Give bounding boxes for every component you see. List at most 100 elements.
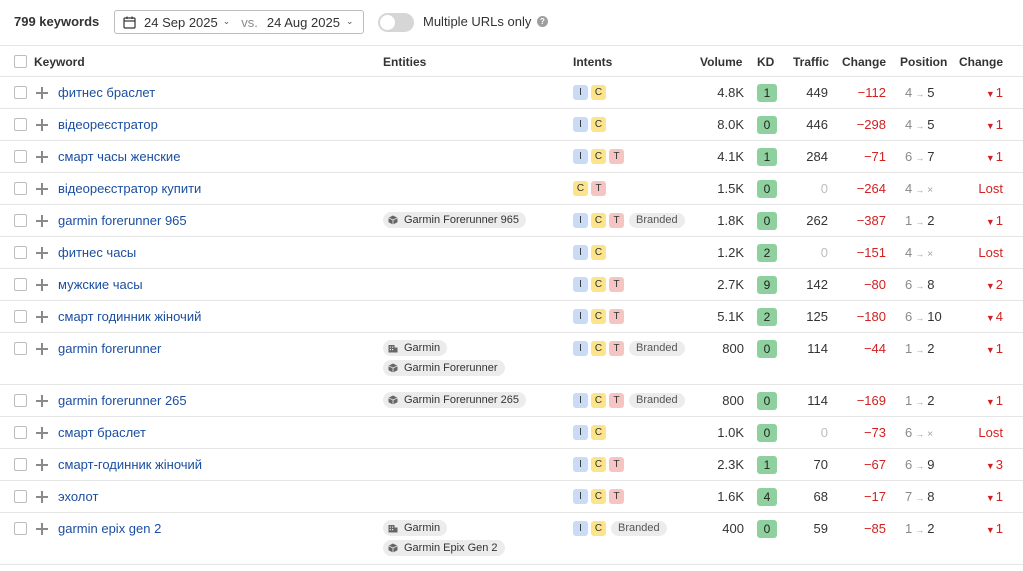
table-row: смарт часы женские I C T 4.1K 1 284 −71 6 → 7 ▼1 [0,141,1023,173]
add-keyword-icon[interactable] [36,395,48,407]
add-keyword-icon[interactable] [36,279,48,291]
keyword-link[interactable]: смарт часы женские [58,149,180,164]
row-checkbox[interactable] [14,246,27,259]
intent-badge: I [573,149,588,164]
arrow-right-icon: → [915,249,925,259]
table-row: відеореєстратор купити C T 1.5K 0 0 −264 4 → × Los… [0,173,1023,205]
row-checkbox[interactable] [14,278,27,291]
entity-pill[interactable]: Garmin Forerunner 265 [383,392,526,408]
keyword-link[interactable]: фитнес часы [58,245,136,260]
header-position-change[interactable]: Change [959,55,1003,69]
entity-label: Garmin Forerunner [404,362,498,374]
keyword-link[interactable]: garmin forerunner [58,341,161,356]
position-cell: 6 → 8 [905,277,934,292]
header-traffic[interactable]: Traffic [793,55,829,69]
position-change: ▼1 [986,393,1003,408]
building-icon [388,523,398,533]
add-keyword-icon[interactable] [36,459,48,471]
intent-badge: C [591,245,606,260]
position-to: 8 [927,277,935,292]
entity-label: Garmin Forerunner 965 [404,214,519,226]
arrow-right-icon: → [915,153,925,163]
position-change-value: 1 [995,393,1003,408]
entities-cell: Garmin Forerunner 265 [383,392,526,412]
add-keyword-icon[interactable] [36,215,48,227]
keyword-link[interactable]: фитнес браслет [58,85,155,100]
keyword-link[interactable]: смарт браслет [58,425,146,440]
traffic-value: 68 [813,489,828,504]
current-date[interactable]: 24 Sep 2025 [144,15,218,30]
kd-badge: 1 [757,84,777,102]
traffic-value: 59 [813,521,828,536]
header-kd[interactable]: KD [757,55,774,69]
keyword-link[interactable]: смарт-годинник жіночий [58,457,202,472]
position-change: ▼1 [986,489,1003,504]
row-checkbox[interactable] [14,310,27,323]
position-cell: 4 → × [905,245,933,260]
row-checkbox[interactable] [14,86,27,99]
position-to: 9 [927,457,935,472]
keyword-link[interactable]: эхолот [58,489,98,504]
entity-pill[interactable]: Garmin [383,520,448,536]
add-keyword-icon[interactable] [36,427,48,439]
add-keyword-icon[interactable] [36,183,48,195]
traffic-change: −73 [863,425,886,440]
entity-pill[interactable]: Garmin Forerunner [383,360,505,376]
position-to: 2 [927,341,935,356]
position-from: 6 [905,457,913,472]
add-keyword-icon[interactable] [36,343,48,355]
header-position[interactable]: Position [900,55,947,69]
row-checkbox[interactable] [14,394,27,407]
add-keyword-icon[interactable] [36,119,48,131]
entity-pill[interactable]: Garmin Forerunner 965 [383,212,526,228]
multiple-urls-toggle[interactable] [378,13,414,32]
intents-cell: ICT [573,489,624,504]
arrow-down-icon: ▼ [985,493,995,503]
traffic-change: −387 [856,213,886,228]
help-icon[interactable]: ? [537,16,548,27]
row-checkbox[interactable] [14,150,27,163]
keyword-link[interactable]: garmin forerunner 265 [58,393,187,408]
add-keyword-icon[interactable] [36,523,48,535]
traffic-change: −151 [856,245,886,260]
add-keyword-icon[interactable] [36,87,48,99]
select-all-checkbox[interactable] [14,55,27,68]
header-volume[interactable]: Volume [700,55,742,69]
intent-badge: C [591,213,606,228]
arrow-down-icon: ▼ [985,461,995,471]
row-checkbox[interactable] [14,342,27,355]
compare-date[interactable]: 24 Aug 2025 [267,15,340,30]
row-checkbox[interactable] [14,426,27,439]
position-change: ▼1 [986,117,1003,132]
row-checkbox[interactable] [14,522,27,535]
position-cell: 1 → 2 [905,213,934,228]
row-checkbox[interactable] [14,118,27,131]
add-keyword-icon[interactable] [36,311,48,323]
intents-cell: I C T Branded [573,393,685,408]
intent-badge: T [609,393,624,408]
keyword-link[interactable]: garmin epix gen 2 [58,521,161,536]
keyword-link[interactable]: відеореєстратор [58,117,158,132]
position-to: 2 [927,213,935,228]
header-intents[interactable]: Intents [573,55,612,69]
intents-cell: I C Branded [573,521,667,536]
add-keyword-icon[interactable] [36,491,48,503]
keyword-link[interactable]: garmin forerunner 965 [58,213,187,228]
intent-badge: C [591,521,606,536]
row-checkbox[interactable] [14,182,27,195]
date-range-picker[interactable]: 24 Sep 2025 ⌄ vs. 24 Aug 2025 ⌄ [114,10,364,34]
header-change[interactable]: Change [842,55,886,69]
keyword-link[interactable]: мужские часы [58,277,143,292]
row-checkbox[interactable] [14,490,27,503]
keyword-link[interactable]: смарт годинник жіночий [58,309,201,324]
entity-pill[interactable]: Garmin [383,340,448,356]
row-checkbox[interactable] [14,214,27,227]
traffic-change: −67 [863,457,886,472]
row-checkbox[interactable] [14,458,27,471]
add-keyword-icon[interactable] [36,247,48,259]
entity-pill[interactable]: Garmin Epix Gen 2 [383,540,505,556]
header-keyword[interactable]: Keyword [34,55,85,69]
keyword-link[interactable]: відеореєстратор купити [58,181,201,196]
arrow-right-icon: → [915,217,925,227]
add-keyword-icon[interactable] [36,151,48,163]
